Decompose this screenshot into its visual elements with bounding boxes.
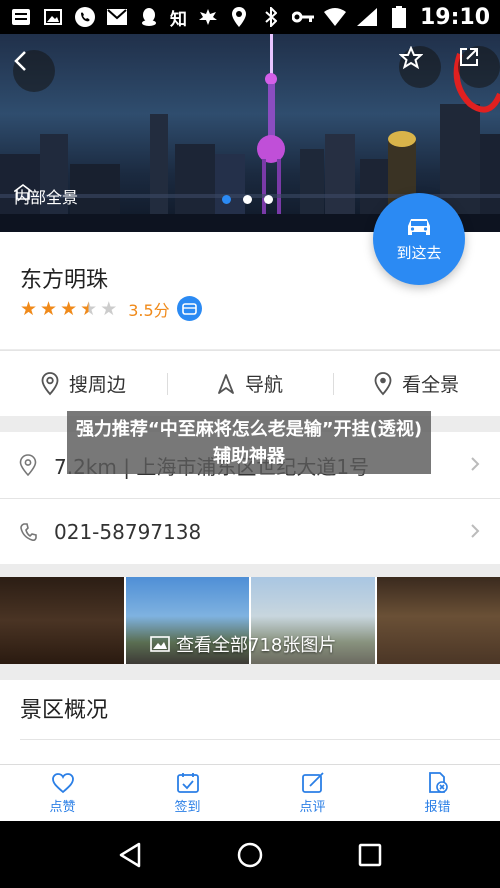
- star-full-icon: ★: [20, 298, 38, 320]
- back-triangle-icon[interactable]: [117, 841, 143, 869]
- status-time: 19:10: [419, 4, 490, 30]
- phone-text: 021-58797138: [54, 519, 202, 544]
- place-name: 东方明珠: [20, 268, 109, 293]
- car-icon: [408, 218, 430, 235]
- photo-icon: [150, 636, 170, 652]
- heart-icon: [51, 772, 74, 793]
- ticket-badge[interactable]: [177, 296, 202, 321]
- zhihu-icon: 知: [170, 9, 187, 30]
- signal-icon: [356, 7, 378, 27]
- carousel-dot[interactable]: [222, 195, 231, 204]
- tab-like[interactable]: 点赞: [0, 765, 125, 821]
- favorite-button[interactable]: [399, 46, 441, 88]
- tab-review-label: 点评: [299, 799, 326, 815]
- status-bar: 知 19:10: [0, 0, 500, 34]
- checkin-icon: [176, 772, 199, 793]
- phone-row[interactable]: 021-58797138: [0, 498, 500, 564]
- tab-checkin[interactable]: 签到: [125, 765, 250, 821]
- address-pin-icon: [17, 454, 39, 476]
- navigate-label: 导航: [245, 374, 284, 396]
- tab-checkin-label: 签到: [174, 799, 201, 815]
- system-nav-bar: [0, 821, 500, 888]
- qq-icon: [138, 7, 160, 27]
- location-pin-icon: [41, 371, 59, 395]
- divider: [20, 739, 500, 740]
- carousel-dots: [222, 195, 273, 204]
- report-icon: [428, 771, 448, 793]
- gallery-photo[interactable]: [376, 577, 500, 664]
- rating-score: 3.5分: [128, 301, 170, 320]
- back-button[interactable]: [13, 50, 55, 92]
- chevron-left-icon: [14, 51, 26, 71]
- ad-banner[interactable]: 强力推荐“中至麻将怎么老是输”开挂(透视)辅助神器: [67, 411, 431, 474]
- phone-icon: [74, 7, 96, 27]
- view-panorama-button[interactable]: 看全景: [333, 351, 500, 416]
- battery-icon: [388, 6, 410, 28]
- star-full-icon: ★: [40, 298, 58, 320]
- key-icon: [291, 7, 314, 27]
- view-all-photos-link[interactable]: 查看全部718张图片: [150, 631, 336, 657]
- ticket-icon: [182, 302, 197, 315]
- location-icon: [228, 7, 250, 27]
- star-outline-icon: [399, 46, 423, 70]
- phone-outline-icon: [17, 522, 39, 542]
- star-empty-icon: ★: [100, 298, 118, 320]
- tab-review[interactable]: 点评: [250, 765, 375, 821]
- view-all-photos-label: 查看全部718张图片: [176, 635, 337, 656]
- chevron-right-icon: [471, 524, 480, 538]
- wifi-icon: [323, 7, 346, 27]
- star-full-icon: ★: [60, 298, 78, 320]
- image-icon: [42, 7, 64, 27]
- search-nearby-button[interactable]: 搜周边: [0, 351, 167, 416]
- tab-like-label: 点赞: [49, 799, 76, 815]
- panorama-icon: [14, 184, 32, 200]
- notification-list-icon: [10, 7, 32, 27]
- mail-icon: [106, 7, 128, 27]
- carousel-dot[interactable]: [243, 195, 252, 204]
- goto-label: 到这去: [396, 243, 442, 262]
- search-nearby-label: 搜周边: [68, 374, 126, 396]
- carousel-dot[interactable]: [264, 195, 273, 204]
- navigation-arrow-icon: [218, 373, 234, 394]
- home-circle-icon[interactable]: [236, 841, 264, 869]
- gallery-photo[interactable]: [0, 577, 124, 664]
- tab-report-label: 报错: [424, 799, 451, 815]
- navigate-button[interactable]: 导航: [166, 351, 334, 416]
- edit-icon: [301, 771, 324, 793]
- action-row: 搜周边 导航 看全景: [0, 350, 500, 416]
- rating-row: ★ ★ ★ ★ ★ 3.5分: [20, 297, 170, 321]
- star-half-icon: ★: [80, 298, 98, 320]
- share-icon: [460, 48, 478, 66]
- bottom-tab-bar: 点赞 签到 点评 报错: [0, 764, 500, 821]
- leaf-icon: [197, 7, 219, 27]
- bluetooth-icon: [260, 7, 282, 27]
- panorama-pin-icon: [374, 371, 392, 395]
- goto-button[interactable]: 到这去: [373, 193, 465, 285]
- share-button[interactable]: [458, 46, 500, 88]
- panorama-link[interactable]: 内部全景: [14, 184, 78, 208]
- recents-square-icon[interactable]: [357, 842, 383, 868]
- chevron-right-icon: [471, 457, 480, 471]
- view-panorama-label: 看全景: [402, 374, 460, 396]
- tab-report[interactable]: 报错: [375, 765, 500, 821]
- overview-title: 景区概况: [20, 698, 109, 723]
